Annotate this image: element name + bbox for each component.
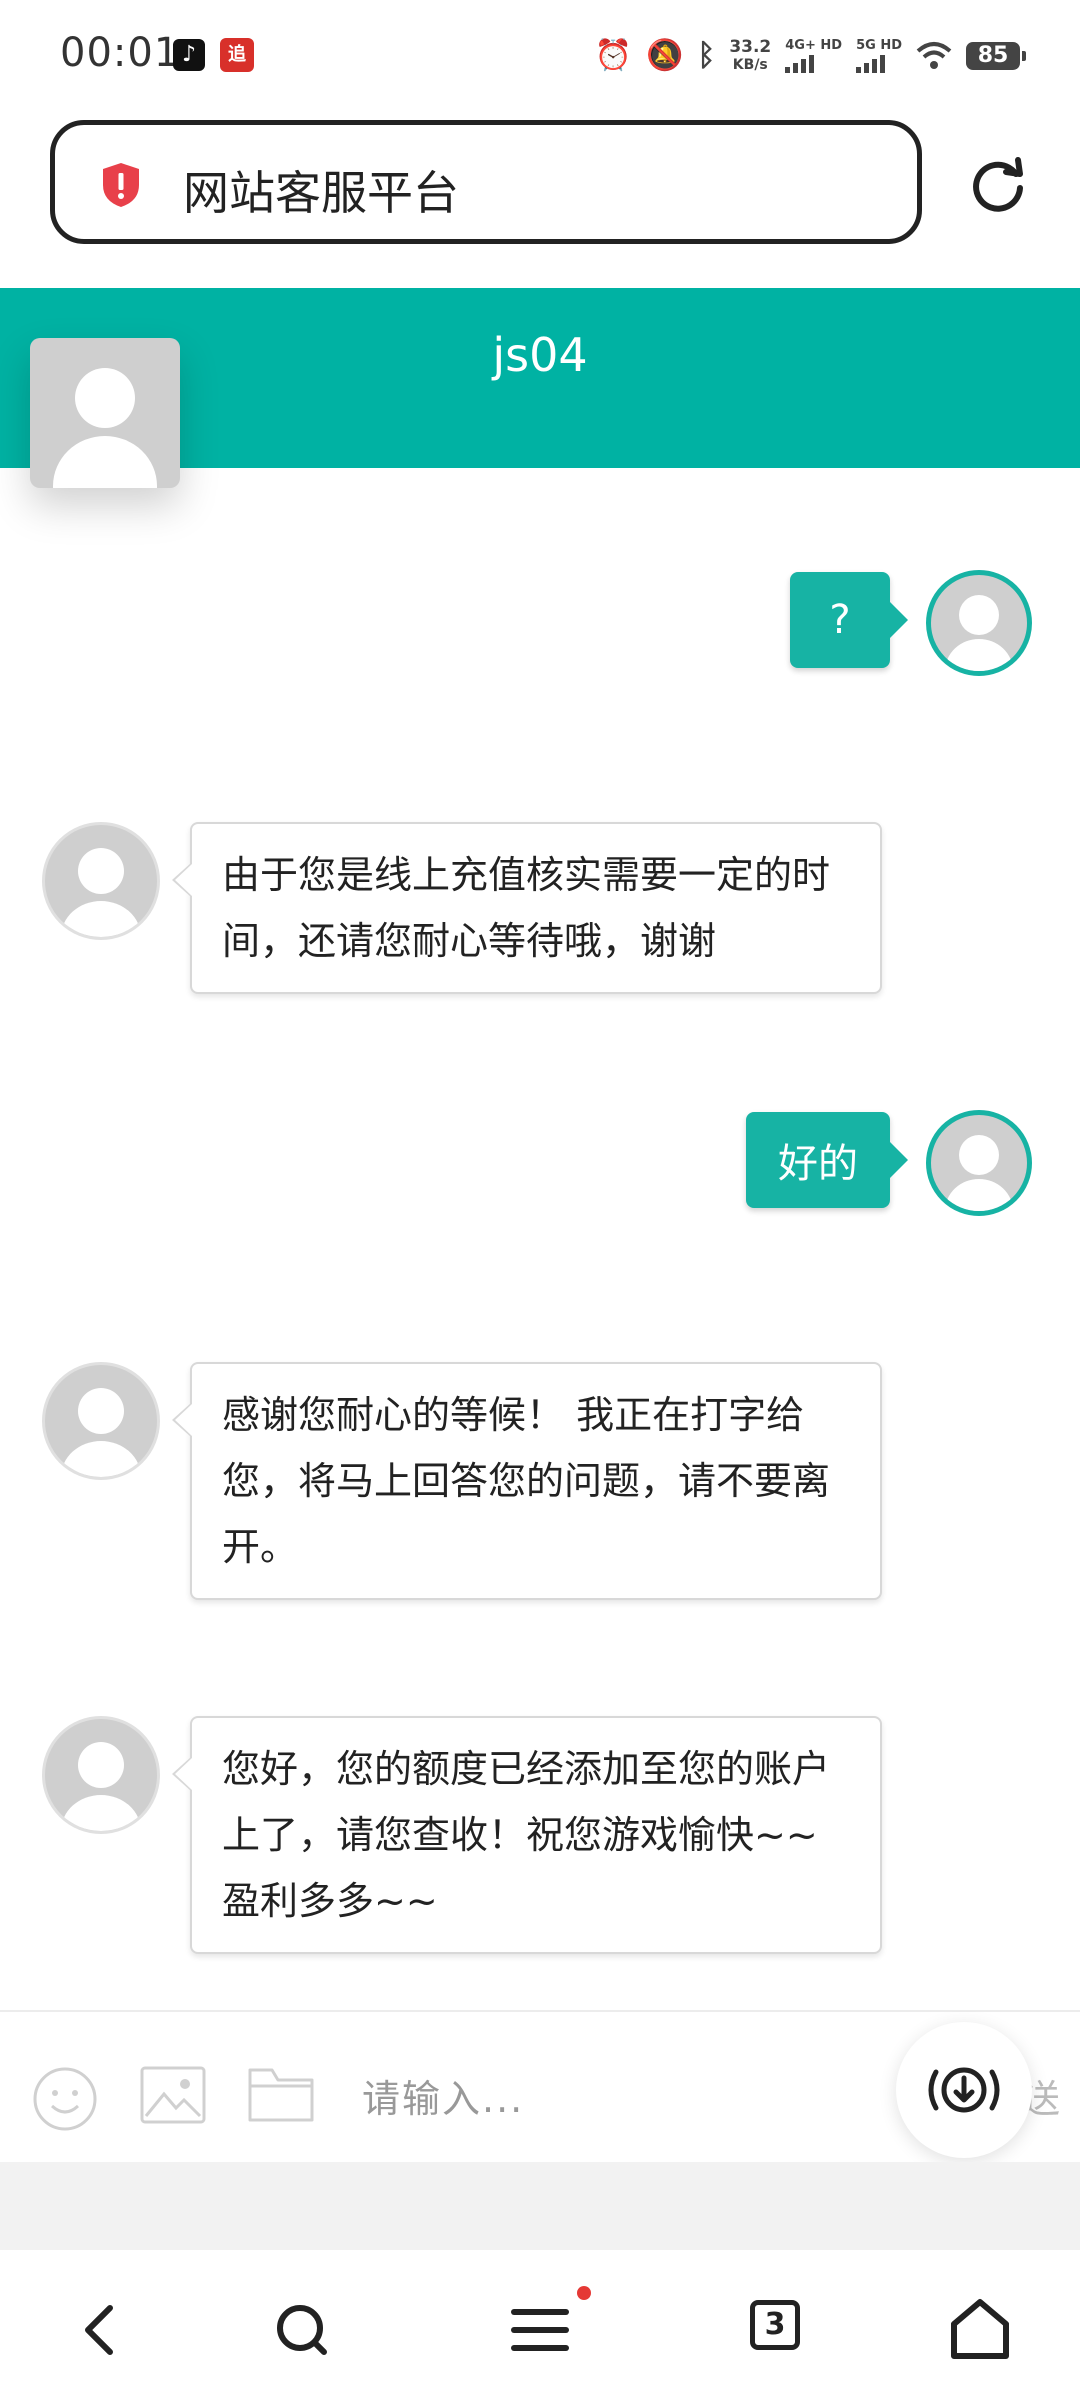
message-bubble-received: 由于您是线上充值核实需要一定的时间，还请您耐心等待哦，谢谢 (172, 822, 882, 994)
agent-message-avatar (42, 822, 160, 940)
security-shield-icon[interactable] (99, 161, 143, 209)
voice-read-button[interactable] (896, 2022, 1032, 2158)
status-bar: 00:01 ♪ 追 ⏰ 🔕 ᛒ 33.2 KB/s 4G+ HD 5G HD 8… (0, 0, 1080, 112)
user-placeholder-icon (61, 1742, 141, 1831)
wifi-icon (916, 42, 952, 69)
reload-icon[interactable] (966, 152, 1030, 216)
status-indicators: ⏰ 🔕 ᛒ 33.2 KB/s 4G+ HD 5G HD 85 (594, 34, 1026, 78)
app-notification-icon: 追 (220, 38, 254, 72)
browser-bottom-nav: 3 (0, 2250, 1080, 2400)
network-speed: 33.2 KB/s (729, 37, 772, 73)
user-placeholder-icon (61, 848, 141, 937)
bluetooth-icon: ᛒ (697, 38, 716, 73)
message-bubble-received: 感谢您耐心的等候！ 我正在打字给您，将马上回答您的问题，请不要离开。 (172, 1362, 882, 1600)
agent-avatar (30, 338, 180, 488)
menu-icon[interactable] (500, 2290, 580, 2370)
signal-bars-icon (785, 53, 842, 73)
user-placeholder-icon (945, 1135, 1013, 1211)
tiktok-icon: ♪ (173, 39, 205, 71)
user-placeholder-icon (945, 595, 1013, 671)
image-icon[interactable] (140, 2066, 206, 2124)
agent-message-avatar (42, 1716, 160, 1834)
signal-bars-icon (856, 53, 902, 73)
home-icon[interactable] (940, 2290, 1020, 2370)
user-avatar (926, 1110, 1032, 1216)
user-placeholder-icon (53, 368, 157, 488)
message-bubble-sent: ? (790, 572, 908, 668)
user-placeholder-icon (61, 1388, 141, 1477)
agent-message-avatar (42, 1362, 160, 1480)
back-icon[interactable] (60, 2290, 140, 2370)
folder-icon[interactable] (248, 2066, 314, 2122)
message-input[interactable]: 请输入... (362, 2068, 524, 2123)
search-icon[interactable] (262, 2290, 342, 2370)
message-bubble-received: 您好，您的额度已经添加至您的账户上了，请您查收！祝您游戏愉快~~盈利多多~~ (172, 1716, 882, 1954)
status-time: 00:01 (60, 30, 181, 76)
message-bubble-sent: 好的 (746, 1112, 908, 1208)
address-bar[interactable]: 网站客服平台 (50, 120, 922, 244)
mute-icon: 🔕 (645, 38, 684, 73)
tabs-button[interactable]: 3 (750, 2300, 800, 2350)
user-avatar (926, 570, 1032, 676)
emoji-icon[interactable] (32, 2066, 98, 2132)
alarm-icon: ⏰ (594, 38, 632, 73)
sim1-signal: 4G+ HD (785, 39, 842, 73)
page-title[interactable]: 网站客服平台 (183, 157, 459, 223)
audio-broadcast-icon (928, 2067, 1000, 2113)
battery-indicator: 85 (966, 42, 1026, 70)
sim2-signal: 5G HD (856, 39, 902, 73)
notification-dot (577, 2286, 591, 2300)
footer-strip (0, 2162, 1080, 2250)
